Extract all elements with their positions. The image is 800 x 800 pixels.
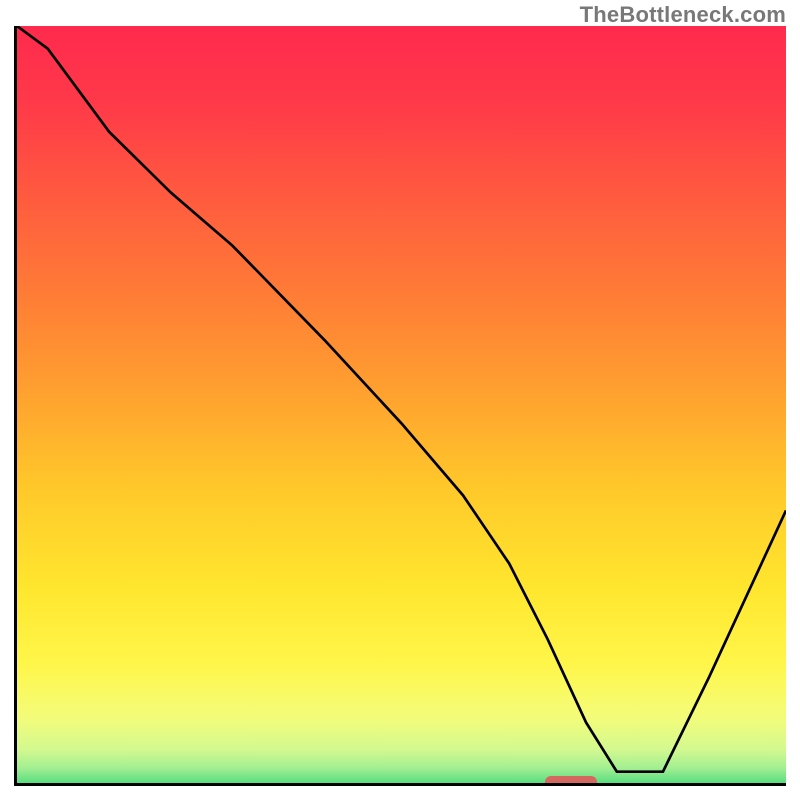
watermark-text: TheBottleneck.com bbox=[580, 2, 786, 28]
optimal-range-marker bbox=[545, 776, 597, 786]
bottleneck-chart: TheBottleneck.com bbox=[0, 0, 800, 800]
bottleneck-curve bbox=[17, 26, 786, 783]
plot-area bbox=[14, 26, 786, 786]
